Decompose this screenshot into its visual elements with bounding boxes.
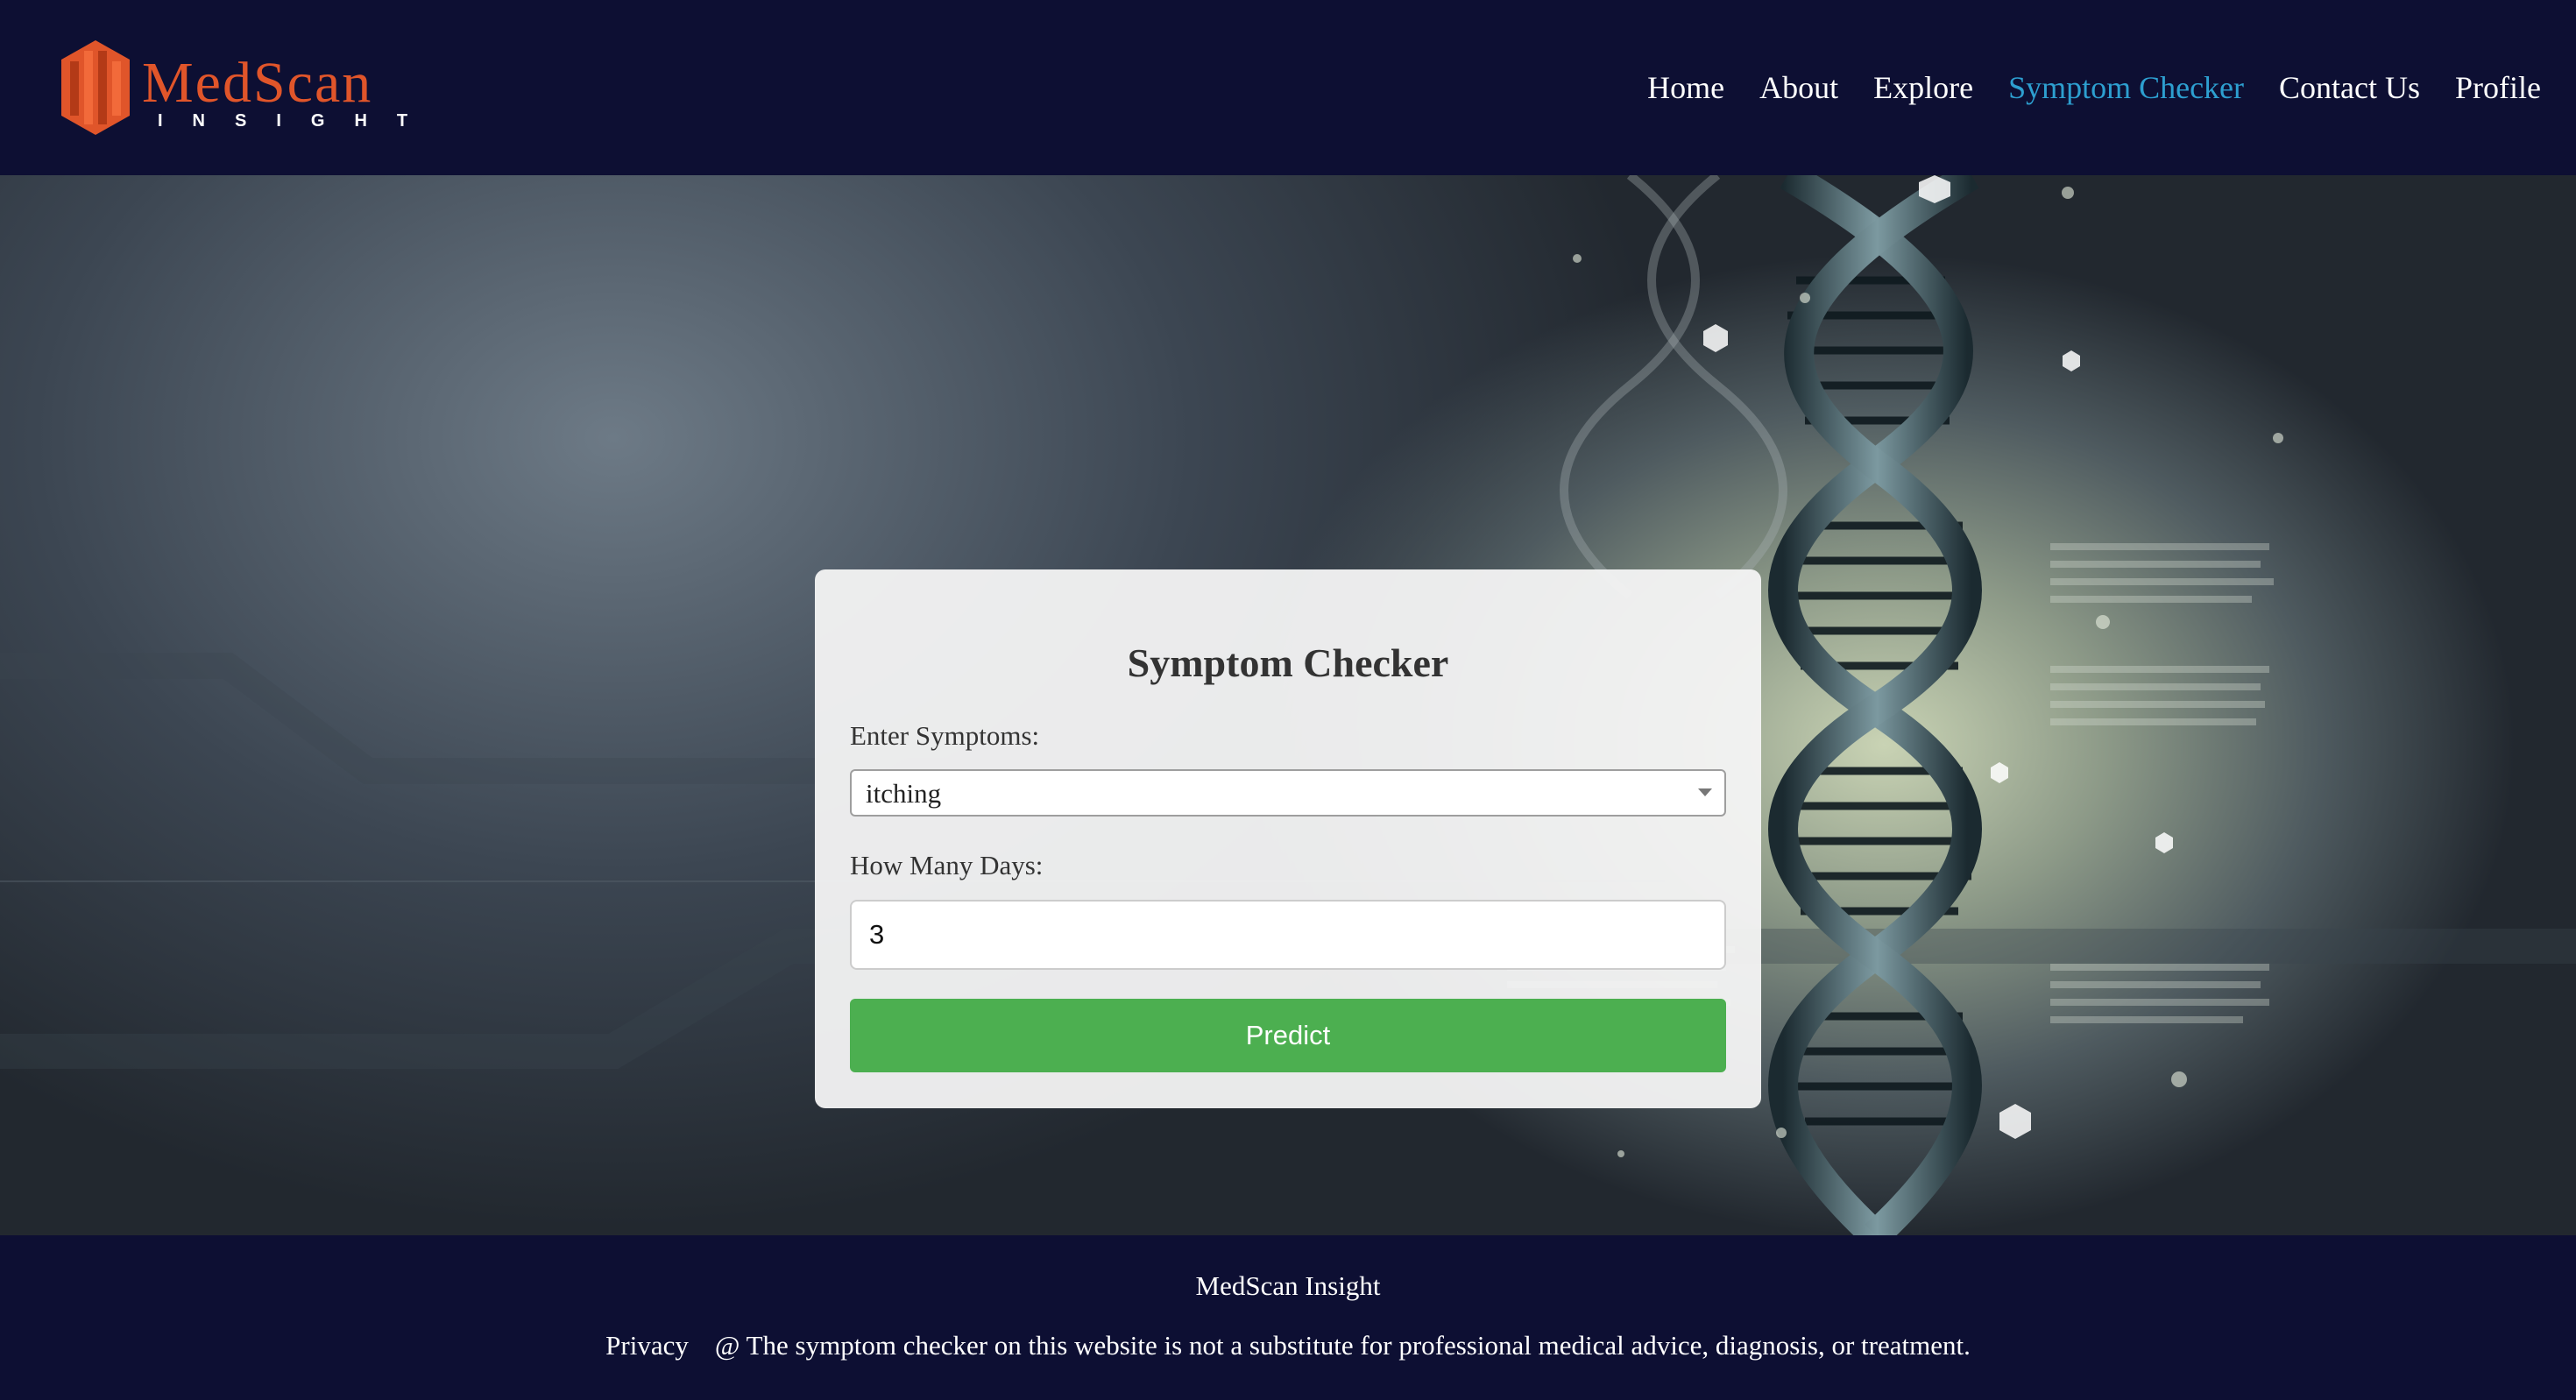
- symptoms-select[interactable]: itching: [850, 769, 1726, 817]
- nav-symptom-checker[interactable]: Symptom Checker: [2008, 67, 2244, 109]
- privacy-link[interactable]: Privacy: [605, 1330, 689, 1361]
- footer-disclaimer: @ The symptom checker on this website is…: [714, 1330, 1971, 1361]
- chevron-down-icon: [1698, 788, 1712, 796]
- brand-logo[interactable]: MedScan INSIGHT: [60, 39, 410, 139]
- predict-button[interactable]: Predict: [850, 999, 1726, 1072]
- nav-home[interactable]: Home: [1647, 67, 1724, 109]
- brand-tagline: INSIGHT: [158, 111, 438, 131]
- days-label: How Many Days:: [850, 850, 1044, 880]
- top-navbar: MedScan INSIGHT Home About Explore Sympt…: [0, 0, 2576, 175]
- symptoms-select-value: itching: [866, 778, 942, 809]
- hero-dna-background: Symptom Checker Enter Symptoms: itching …: [0, 175, 2576, 1235]
- brand-name: MedScan: [142, 51, 373, 115]
- symptoms-label: Enter Symptoms:: [850, 720, 1040, 751]
- days-input[interactable]: [850, 900, 1726, 970]
- card-title: Symptom Checker: [1127, 640, 1449, 685]
- footer-brand: MedScan Insight: [1195, 1270, 1381, 1301]
- nav-profile[interactable]: Profile: [2455, 67, 2541, 109]
- symptom-checker-card: Symptom Checker Enter Symptoms: itching …: [815, 569, 1761, 1108]
- nav-contact-us[interactable]: Contact Us: [2279, 67, 2420, 109]
- footer-disclaimer-row: Privacy @ The symptom checker on this web…: [0, 1330, 2576, 1361]
- nav-explore[interactable]: Explore: [1873, 67, 1973, 109]
- main-nav: Home About Explore Symptom Checker Conta…: [1647, 67, 2541, 109]
- site-footer: MedScan Insight Privacy @ The symptom che…: [0, 1235, 2576, 1400]
- logo-hexagon-icon: [61, 40, 130, 135]
- nav-about[interactable]: About: [1759, 67, 1838, 109]
